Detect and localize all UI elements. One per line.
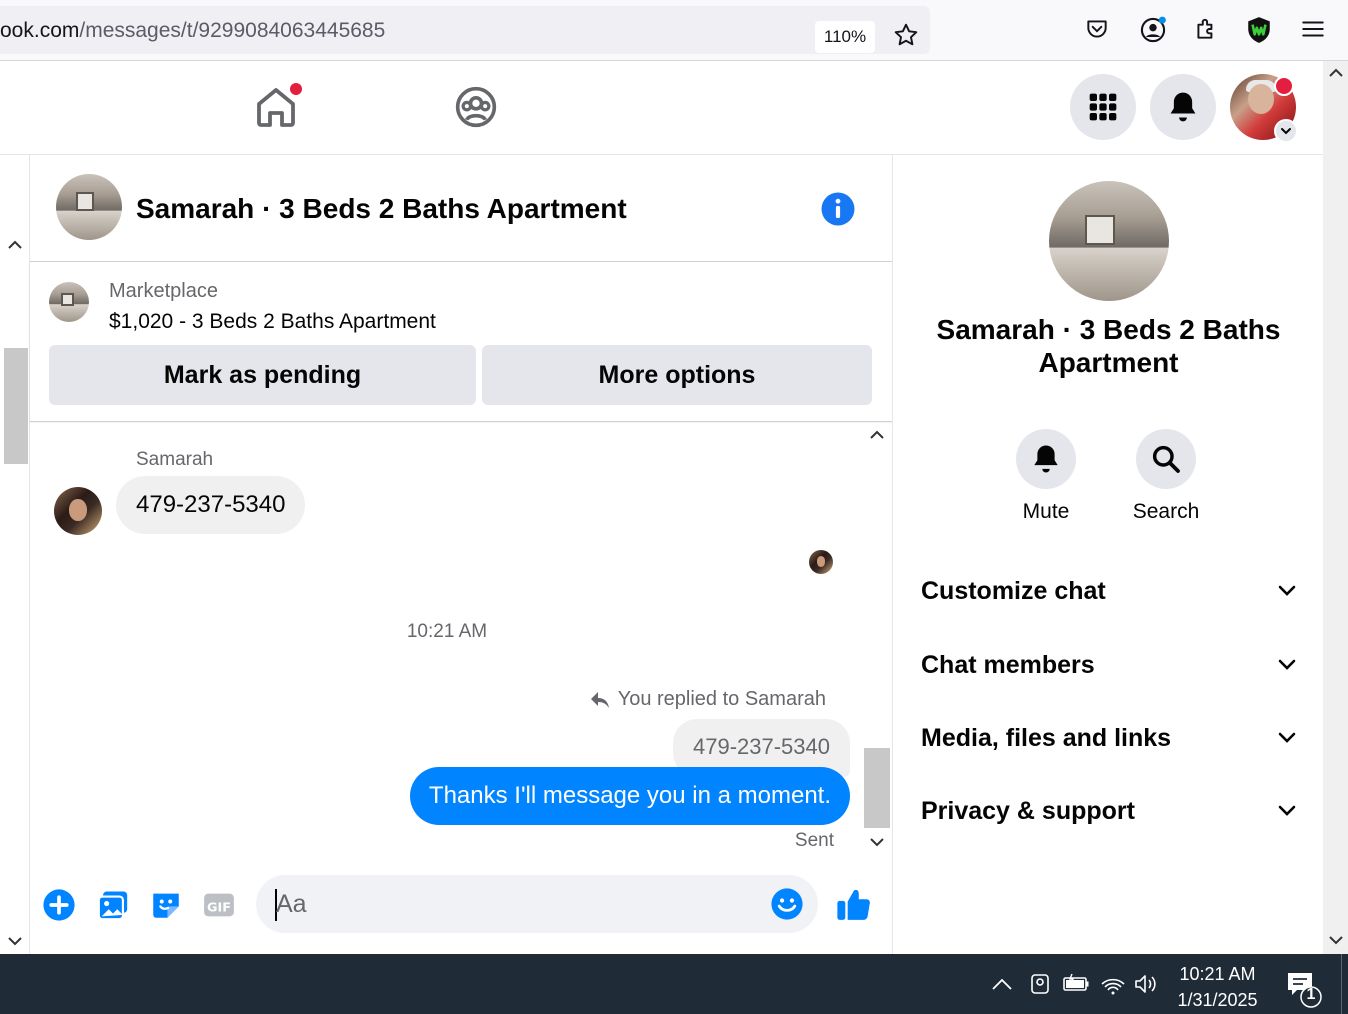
account-icon[interactable] [1139, 16, 1167, 44]
sent-message[interactable]: Thanks I'll message you in a moment. [409, 767, 850, 825]
profile-notification-dot [1274, 76, 1294, 96]
url-domain: ook.com [0, 19, 80, 42]
groups-icon[interactable] [454, 85, 498, 134]
chat-avatar[interactable] [56, 174, 122, 240]
message-thread[interactable]: Samarah 479-237-5340 10:21 AM You replie… [30, 423, 864, 855]
sender-avatar[interactable] [54, 487, 102, 535]
scroll-up-icon[interactable] [869, 429, 885, 441]
page-scrollbar[interactable] [1323, 61, 1348, 954]
scroll-up-icon[interactable] [7, 239, 23, 251]
chat-list-scrollbar[interactable] [0, 155, 30, 954]
svg-text:GIF: GIF [207, 900, 231, 915]
reply-indicator: You replied to Samarah [590, 688, 826, 711]
chat-title[interactable]: Samarah · 3 Beds 2 Baths Apartment [136, 193, 627, 225]
show-desktop-button[interactable] [1341, 954, 1348, 1014]
wifi-icon[interactable] [1100, 972, 1126, 1001]
message-timestamp: 10:21 AM [406, 621, 488, 642]
read-receipt-avatar [809, 550, 833, 574]
sticker-icon[interactable] [149, 888, 183, 927]
gif-icon[interactable]: GIF [202, 888, 236, 927]
chevron-down-icon [1278, 732, 1296, 743]
menu-grid-button[interactable] [1070, 74, 1136, 140]
chevron-down-icon [1278, 585, 1296, 596]
home-notification-dot [290, 83, 302, 95]
camera-tray-icon[interactable] [1029, 972, 1051, 1001]
chevron-down-icon [1278, 659, 1296, 670]
scrollbar-thumb[interactable] [4, 348, 28, 464]
section-title: Chat members [921, 650, 1095, 679]
reply-arrow-icon [590, 691, 609, 708]
mute-label: Mute [1022, 500, 1070, 523]
clock-date: 1/31/2025 [1177, 990, 1258, 1010]
show-hidden-icons-chevron-icon[interactable] [990, 976, 1014, 997]
message-composer: GIF [30, 855, 892, 954]
section-title: Privacy & support [921, 796, 1135, 825]
notifications-button[interactable] [1150, 74, 1216, 140]
address-bar[interactable]: ook.com/messages/t/9299084063445685 110% [0, 6, 930, 54]
windows-taskbar: 10:21 AM 1/31/2025 1 [0, 954, 1348, 1014]
menu-hamburger-icon[interactable] [1300, 16, 1328, 44]
volume-icon[interactable] [1133, 972, 1159, 1001]
bookmark-star-icon[interactable] [893, 22, 919, 53]
chat-header: Samarah · 3 Beds 2 Baths Apartment [30, 155, 892, 262]
bell-icon [1170, 92, 1196, 122]
media-files-links-section[interactable]: Media, files and links [921, 713, 1297, 763]
like-thumb-icon[interactable] [835, 885, 873, 928]
notification-count-badge: 1 [1306, 986, 1316, 1003]
search-icon [1152, 445, 1180, 473]
marketplace-listing-card: Marketplace $1,020 - 3 Beds 2 Baths Apar… [30, 262, 892, 422]
extensions-icon[interactable] [1193, 16, 1221, 44]
listing-title[interactable]: $1,020 - 3 Beds 2 Baths Apartment [109, 310, 436, 334]
more-options-button[interactable]: More options [482, 345, 872, 405]
reply-indicator-label: You replied to Samarah [617, 688, 826, 710]
scroll-down-icon[interactable] [7, 935, 23, 947]
sent-status: Sent [794, 830, 834, 851]
account-menu-chevron-icon[interactable] [1274, 119, 1298, 143]
conversation-name: Samarah · 3 Beds 2 Baths Apartment [936, 314, 1281, 378]
privacy-support-section[interactable]: Privacy & support [921, 786, 1297, 836]
scroll-up-icon[interactable] [1328, 67, 1344, 79]
mute-button[interactable]: Mute [996, 429, 1096, 524]
conversation-photo[interactable] [1049, 181, 1169, 301]
zoom-level-button[interactable]: 110% [815, 21, 875, 53]
grid-icon [1089, 93, 1117, 121]
section-title: Media, files and links [921, 723, 1172, 752]
conversation-info-icon[interactable] [820, 191, 856, 232]
shield-extension-icon[interactable] [1246, 16, 1274, 44]
section-title: Customize chat [921, 576, 1106, 605]
mark-as-pending-button[interactable]: Mark as pending [49, 345, 476, 405]
pocket-icon[interactable] [1084, 16, 1112, 44]
facebook-top-nav [0, 61, 1323, 155]
photo-icon[interactable] [96, 888, 130, 927]
received-message[interactable]: 479-237-5340 [116, 476, 306, 534]
message-input-box[interactable] [256, 875, 818, 933]
emoji-icon[interactable] [770, 887, 804, 926]
url-text[interactable]: ook.com/messages/t/9299084063445685 [0, 19, 385, 43]
messages-scrollbar[interactable] [864, 423, 890, 855]
chat-members-section[interactable]: Chat members [921, 640, 1297, 690]
search-label: Search [1132, 500, 1200, 523]
listing-thumbnail[interactable] [49, 282, 89, 322]
bell-icon [1034, 445, 1058, 473]
scrollbar-thumb[interactable] [864, 748, 890, 828]
marketplace-label: Marketplace [109, 280, 218, 302]
plus-icon[interactable] [42, 888, 76, 927]
url-path: /messages/t/9299084063445685 [79, 19, 386, 42]
scroll-down-icon[interactable] [869, 836, 885, 848]
message-input[interactable] [276, 875, 756, 933]
customize-chat-section[interactable]: Customize chat [921, 566, 1297, 616]
chevron-down-icon [1278, 805, 1296, 816]
search-button[interactable]: Search [1116, 429, 1216, 524]
scroll-down-icon[interactable] [1328, 934, 1344, 946]
clock-time: 10:21 AM [1179, 964, 1256, 984]
sender-name: Samarah [136, 449, 214, 470]
system-clock[interactable]: 10:21 AM 1/31/2025 [1170, 961, 1265, 1013]
battery-icon[interactable] [1062, 972, 1090, 1001]
conversation-details-panel: Samarah · 3 Beds 2 Baths Apartment Mute … [892, 155, 1323, 954]
browser-toolbar: ook.com/messages/t/9299084063445685 110% [0, 0, 1348, 61]
